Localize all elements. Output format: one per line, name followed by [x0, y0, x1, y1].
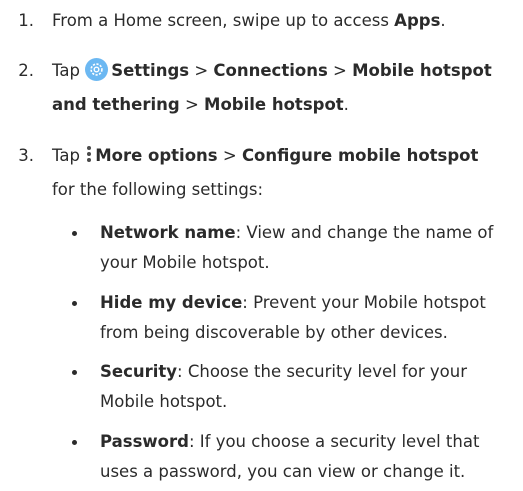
- step-number: 1.: [18, 11, 34, 30]
- step-3-line-2: for the following settings:: [52, 180, 264, 199]
- step-number: 2.: [18, 61, 34, 80]
- step-2-line-1: Tap Settings > Connections > Mobile hots…: [52, 54, 520, 88]
- bullet-term: Network name: [100, 223, 236, 242]
- bullet-dot: [72, 231, 77, 236]
- bullet-term: Hide my device: [100, 293, 243, 312]
- bullet-term: Password: [100, 432, 189, 451]
- step-text: From a Home screen, swipe up to access A…: [52, 11, 446, 30]
- step-number: 3.: [18, 146, 34, 165]
- settings-label: Settings: [111, 61, 190, 80]
- hotspot-tethering-label: Mobile hotspot: [352, 61, 492, 80]
- step-text: Tap More options > Configure mobile hots…: [52, 139, 520, 207]
- step-text: Tap Settings > Connections > Mobile hots…: [52, 54, 520, 122]
- configure-hotspot-label: Configure mobile hotspot: [241, 146, 479, 165]
- settings-gear-icon: [85, 58, 109, 81]
- hotspot-tethering-label-cont: and tethering: [52, 95, 180, 114]
- connections-label: Connections: [213, 61, 328, 80]
- bullet-term: Security: [100, 362, 178, 381]
- bullet-dot: [72, 301, 77, 306]
- mobile-hotspot-label: Mobile hotspot: [204, 95, 344, 114]
- step-3-line-1: Tap More options > Configure mobile hots…: [52, 144, 479, 165]
- more-options-label: More options: [95, 146, 218, 165]
- bullet-dot: [72, 440, 77, 445]
- more-options-vertical-dots-icon: [85, 144, 93, 164]
- step-2-line-2: and tethering > Mobile hotspot.: [52, 95, 349, 114]
- bullet-dot: [72, 370, 77, 375]
- apps-label: Apps: [394, 11, 441, 30]
- instructions-page: 1. From a Home screen, swipe up to acces…: [0, 0, 523, 491]
